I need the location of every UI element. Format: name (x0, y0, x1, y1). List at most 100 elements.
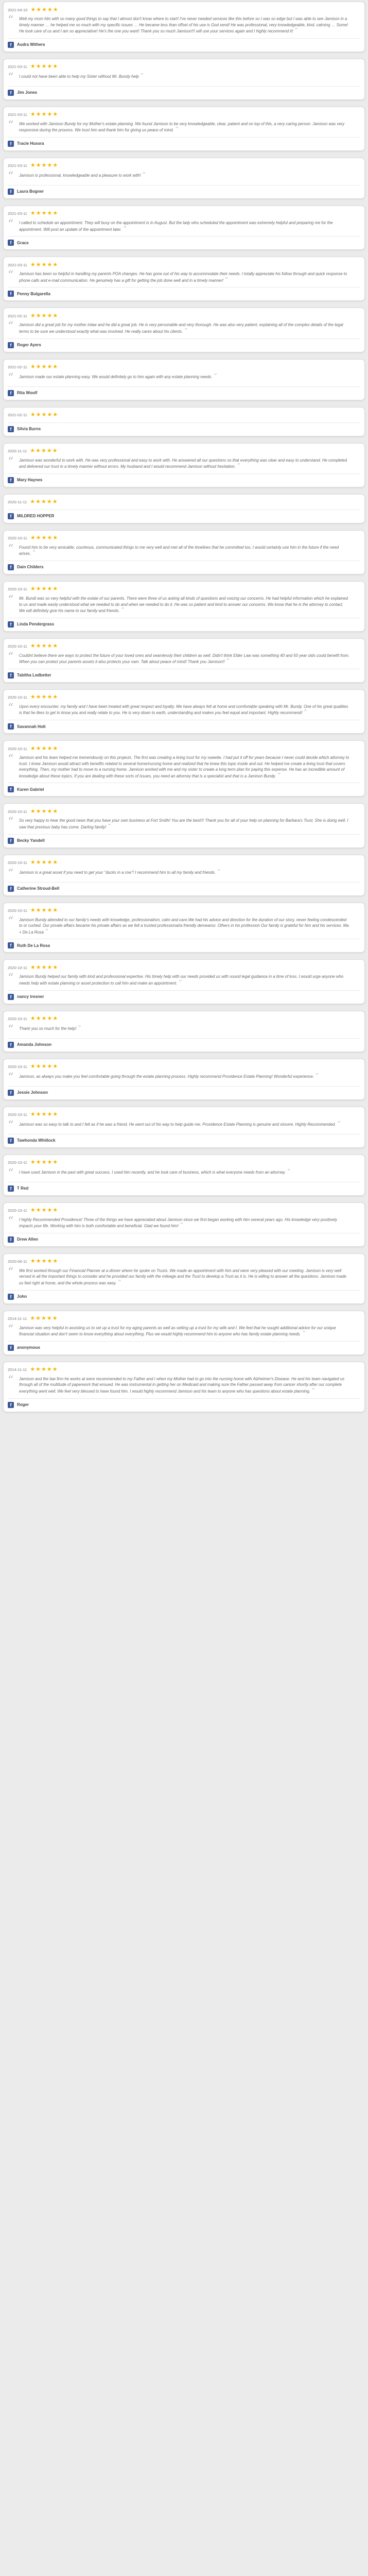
star-icon: ★ (52, 261, 58, 268)
review-header: 2020-10-11 ★ ★ ★ ★ ★ (8, 1207, 360, 1214)
review-footer: f Savannah Holt (8, 723, 360, 730)
star-icon: ★ (47, 586, 52, 592)
star-icon: ★ (47, 312, 52, 319)
review-date: 2020-10-11 (8, 809, 27, 814)
facebook-icon[interactable]: f (8, 41, 14, 48)
facebook-icon[interactable]: f (8, 1185, 14, 1192)
facebook-icon[interactable]: f (8, 426, 14, 432)
quote-icon: “ (8, 455, 14, 468)
facebook-icon[interactable]: f (8, 786, 14, 793)
star-icon: ★ (41, 1366, 46, 1373)
facebook-icon[interactable]: f (8, 240, 14, 246)
review-text-content: Jamison was very helpful in assisting us… (19, 1325, 336, 1337)
facebook-icon[interactable]: f (8, 1401, 14, 1408)
quote-icon: “ (8, 1166, 14, 1180)
star-rating: ★ ★ ★ ★ ★ (30, 499, 58, 505)
star-icon: ★ (41, 261, 47, 268)
star-icon: ★ (36, 808, 41, 815)
star-rating: ★ ★ ★ ★ ★ (30, 1208, 58, 1213)
review-card: 2020-10-11 ★ ★ ★ ★ ★ “ Found him to be very … (3, 530, 365, 574)
review-card: 2020-10-11 ★ ★ ★ ★ ★ “ Couldnt believe there… (3, 638, 365, 683)
star-icon: ★ (36, 1159, 41, 1166)
star-rating: ★ ★ ★ ★ ★ (30, 860, 58, 866)
review-header: 2020-10-11 ★ ★ ★ ★ ★ (8, 586, 360, 593)
facebook-icon[interactable]: f (8, 140, 14, 147)
divider (8, 834, 360, 835)
star-rating: ★ ★ ★ ★ ★ (30, 1259, 58, 1264)
review-text: Jamison and the law firm he works at wer… (19, 1376, 360, 1395)
facebook-icon[interactable]: f (8, 1137, 14, 1144)
facebook-icon[interactable]: f (8, 621, 14, 628)
facebook-icon[interactable]: f (8, 1293, 14, 1300)
close-quote-icon: ” (184, 327, 188, 334)
review-text-content: Jamison and the law firm he works at wer… (19, 1376, 345, 1394)
close-quote-icon: ” (118, 1278, 121, 1286)
review-date: 2021-03-11 (8, 262, 27, 267)
star-icon: ★ (30, 63, 36, 70)
close-quote-icon: ” (315, 1072, 319, 1079)
facebook-icon[interactable]: f (8, 993, 14, 1000)
facebook-icon[interactable]: f (8, 1344, 14, 1351)
star-icon: ★ (41, 1207, 47, 1214)
facebook-icon[interactable]: f (8, 885, 14, 892)
quote-icon: “ (8, 371, 14, 384)
review-card: 2020-10-11 ★ ★ ★ ★ ★ “ Jamison was so easy t… (3, 1106, 365, 1148)
star-rating: ★ ★ ★ ★ ★ (30, 112, 58, 117)
star-rating: ★ ★ ★ ★ ★ (30, 64, 58, 70)
review-date: 2020-10-11 (8, 908, 27, 913)
facebook-icon[interactable]: f (8, 342, 14, 348)
star-icon: ★ (41, 1063, 47, 1070)
review-card: 2020-10-11 ★ ★ ★ ★ ★ “ Upon every encounter,… (3, 689, 365, 734)
review-card: 2020-10-11 ★ ★ ★ ★ ★ “ Jamison and his team … (3, 740, 365, 797)
star-icon: ★ (30, 261, 36, 268)
quote-icon: “ (8, 217, 14, 231)
facebook-icon[interactable]: f (8, 1089, 14, 1096)
review-text-content: Jamison and his team helped me tremendou… (19, 755, 349, 778)
facebook-icon[interactable]: f (8, 188, 14, 195)
facebook-icon[interactable]: f (8, 291, 14, 297)
star-icon: ★ (36, 1063, 41, 1070)
facebook-icon[interactable]: f (8, 564, 14, 570)
star-icon: ★ (36, 261, 41, 268)
review-text: Couldnt believe there are ways to protec… (19, 653, 360, 665)
facebook-icon[interactable]: f (8, 1236, 14, 1243)
star-icon: ★ (47, 210, 52, 217)
review-date: 2020-10-11 (8, 587, 27, 592)
review-card: 2020-10-11 ★ ★ ★ ★ ★ “ Jamison Bundy helped … (3, 959, 365, 1004)
star-icon: ★ (30, 448, 36, 454)
quote-icon: “ (8, 593, 14, 606)
facebook-icon[interactable]: f (8, 672, 14, 679)
star-icon: ★ (52, 1207, 58, 1214)
review-card: 2021-03-11 ★ ★ ★ ★ ★ “ Jamison is profession… (3, 157, 365, 199)
review-author: nancy tresner (17, 994, 44, 999)
facebook-icon[interactable]: f (8, 513, 14, 519)
star-rating: ★ ★ ★ ★ ★ (30, 1016, 58, 1022)
facebook-icon[interactable]: f (8, 477, 14, 483)
review-body: “ Jamison was wonderful to work with. He… (8, 455, 360, 470)
facebook-icon[interactable]: f (8, 1041, 14, 1048)
review-body: “ Upon every encounter, my family and I … (8, 702, 360, 716)
review-text: Jamison was so easy to talk to and I fel… (19, 1121, 360, 1130)
star-icon: ★ (52, 907, 58, 914)
facebook-icon[interactable]: f (8, 723, 14, 730)
review-body: “ I could not have been able to help my … (8, 72, 360, 83)
quote-icon: “ (8, 1323, 14, 1336)
review-body: “ Jamison Bundy attended to our family's… (8, 916, 360, 936)
quote-icon: “ (8, 1023, 14, 1036)
star-icon: ★ (41, 364, 47, 370)
facebook-icon[interactable]: f (8, 837, 14, 844)
review-text-content: Couldnt believe there are ways to protec… (19, 653, 350, 665)
review-date: 2021-02-11 (8, 313, 27, 318)
star-icon: ★ (36, 586, 41, 592)
star-icon: ★ (36, 745, 41, 752)
facebook-icon[interactable]: f (8, 389, 14, 396)
facebook-icon[interactable]: f (8, 942, 14, 949)
star-icon: ★ (52, 694, 58, 701)
review-card: 2021-02-11 ★ ★ ★ ★ ★ “ Jamison made our esta… (3, 359, 365, 400)
facebook-icon[interactable]: f (8, 89, 14, 96)
quote-icon: “ (8, 972, 14, 985)
quote-icon: “ (8, 1118, 14, 1132)
star-icon: ★ (41, 535, 47, 541)
review-text-content: Jamison, as always you make you feel com… (19, 1074, 314, 1079)
review-date: 2021-03-11 (8, 64, 27, 70)
